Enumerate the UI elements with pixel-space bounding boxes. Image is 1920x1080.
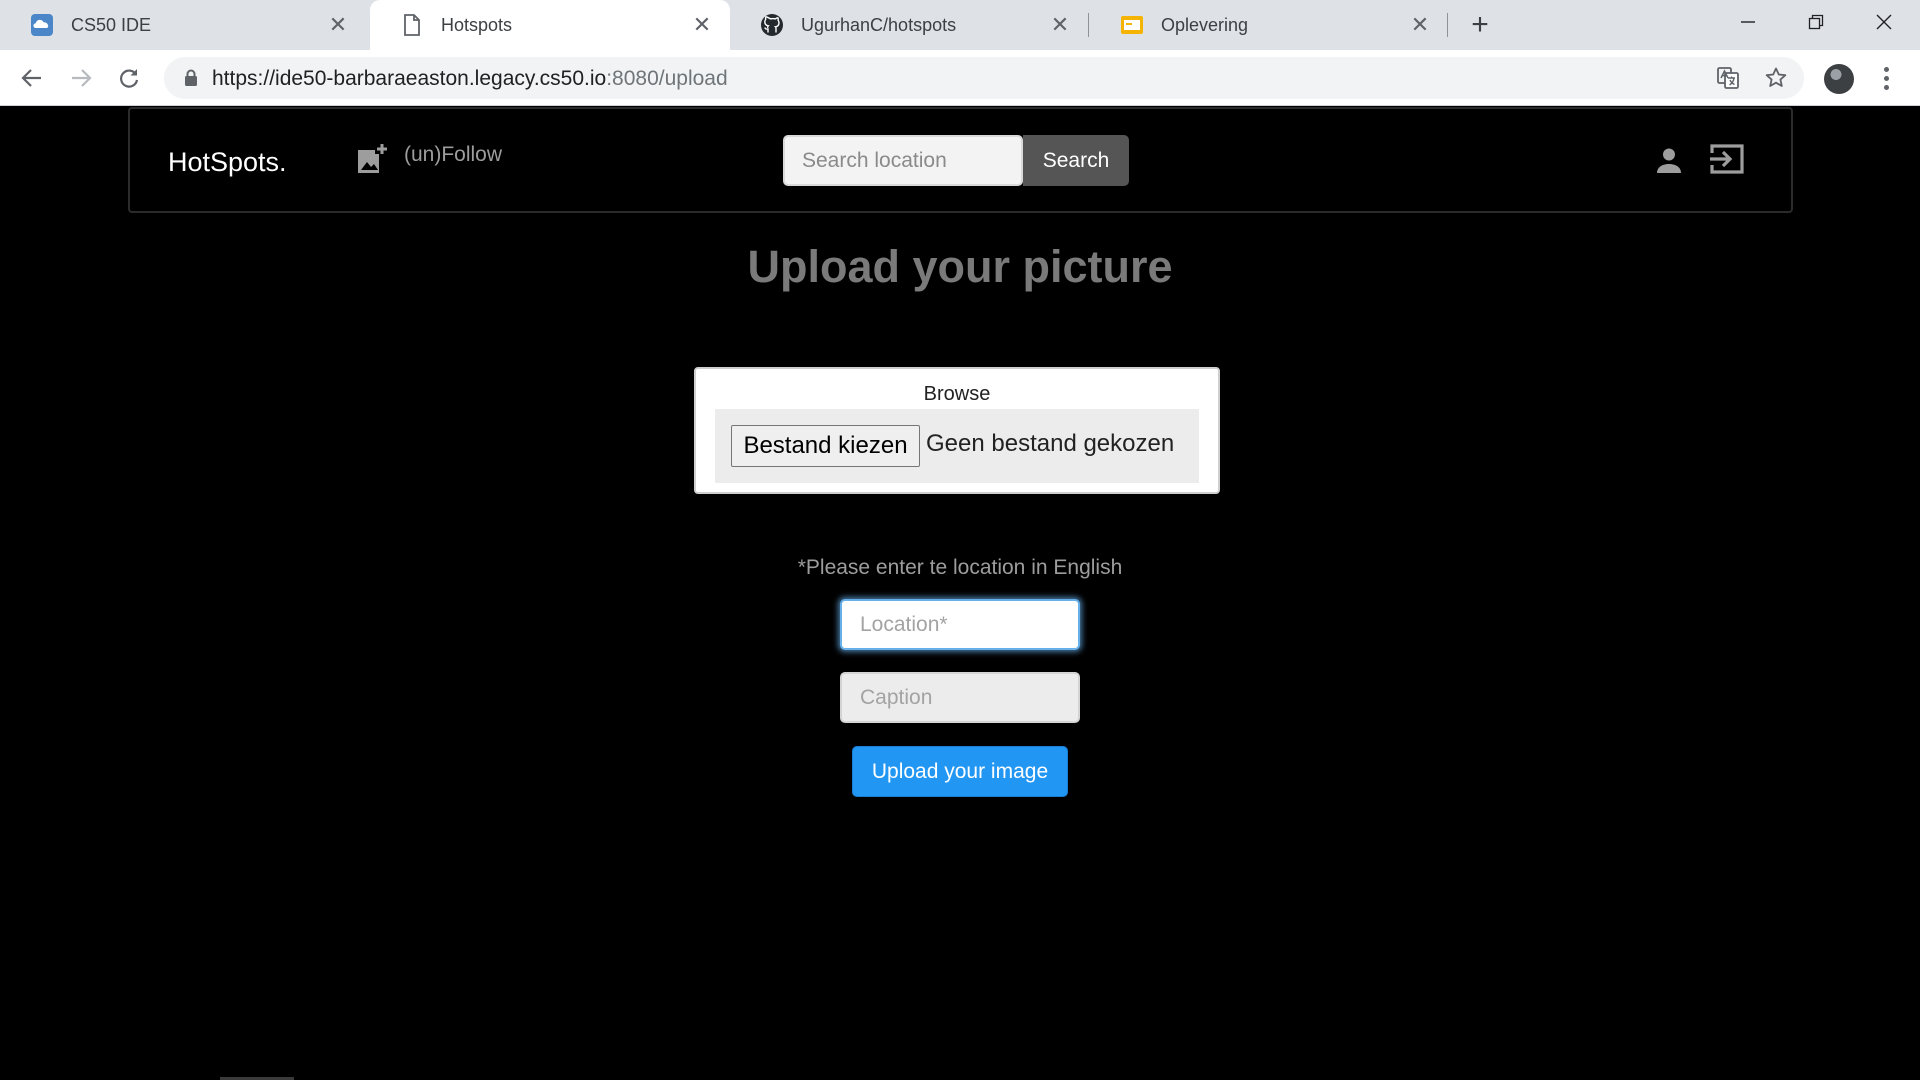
restore-icon[interactable] bbox=[1782, 0, 1850, 44]
url-text: https://ide50-barbaraeaston.legacy.cs50.… bbox=[212, 67, 728, 91]
location-hint: *Please enter te location in English bbox=[797, 556, 1123, 579]
translate-icon[interactable] bbox=[1716, 66, 1740, 90]
profile-avatar[interactable] bbox=[1824, 64, 1854, 94]
site-navbar: HotSpots. (un)Follow Search bbox=[128, 107, 1793, 213]
new-tab-icon[interactable]: + bbox=[1464, 10, 1496, 42]
back-icon[interactable] bbox=[16, 62, 48, 94]
browser-tabstrip: CS50 IDE ✕ Hotspots ✕ UgurhanC/hotspots … bbox=[0, 0, 1920, 50]
close-icon[interactable]: ✕ bbox=[1048, 13, 1072, 37]
logout-icon[interactable] bbox=[1709, 143, 1745, 180]
choose-file-button[interactable]: Bestand kiezen bbox=[731, 425, 920, 467]
browser-toolbar: https://ide50-barbaraeaston.legacy.cs50.… bbox=[0, 50, 1920, 106]
close-icon[interactable]: ✕ bbox=[690, 13, 714, 37]
bookmark-star-icon[interactable] bbox=[1764, 66, 1788, 90]
page-content: HotSpots. (un)Follow Search Upload your … bbox=[0, 106, 1920, 1080]
search-location-input[interactable] bbox=[783, 135, 1023, 186]
github-icon bbox=[760, 13, 784, 37]
page-icon bbox=[400, 13, 424, 37]
add-photo-icon[interactable] bbox=[356, 143, 388, 180]
caption-input[interactable] bbox=[840, 672, 1080, 723]
file-input: Bestand kiezen Geen bestand gekozen bbox=[715, 409, 1199, 483]
forward-icon[interactable] bbox=[65, 62, 97, 94]
page-title: Upload your picture bbox=[747, 241, 1173, 292]
browse-label: Browse bbox=[923, 383, 991, 405]
file-upload-box: Browse Bestand kiezen Geen bestand gekoz… bbox=[694, 367, 1220, 494]
file-status-text: Geen bestand gekozen bbox=[926, 430, 1175, 457]
search-button[interactable]: Search bbox=[1023, 135, 1129, 186]
lock-icon bbox=[184, 69, 198, 92]
minimize-icon[interactable] bbox=[1714, 0, 1782, 44]
url-path: :8080/upload bbox=[606, 67, 728, 90]
user-icon[interactable] bbox=[1656, 147, 1682, 178]
browser-menu-icon[interactable] bbox=[1880, 62, 1892, 94]
tab-separator bbox=[1088, 13, 1089, 37]
reload-icon[interactable] bbox=[113, 62, 145, 94]
window-close-icon[interactable] bbox=[1850, 0, 1918, 44]
tab-separator bbox=[1447, 13, 1448, 37]
close-icon[interactable]: ✕ bbox=[326, 13, 350, 37]
tab-title: CS50 IDE bbox=[71, 14, 152, 35]
tab-oplevering[interactable]: Oplevering ✕ bbox=[1090, 0, 1448, 50]
upload-image-button[interactable]: Upload your image bbox=[852, 746, 1068, 797]
site-brand[interactable]: HotSpots. bbox=[168, 147, 287, 178]
tab-cs50-ide[interactable]: CS50 IDE ✕ bbox=[0, 0, 366, 50]
tab-title: UgurhanC/hotspots bbox=[801, 14, 957, 35]
address-bar[interactable]: https://ide50-barbaraeaston.legacy.cs50.… bbox=[164, 57, 1804, 99]
tab-github[interactable]: UgurhanC/hotspots ✕ bbox=[730, 0, 1088, 50]
slides-icon bbox=[1120, 13, 1144, 37]
location-input[interactable] bbox=[840, 599, 1080, 650]
tab-title: Hotspots bbox=[441, 14, 513, 35]
follow-link[interactable]: (un)Follow bbox=[404, 143, 502, 167]
close-icon[interactable]: ✕ bbox=[1408, 13, 1432, 37]
cloud9-icon bbox=[30, 13, 54, 37]
tab-hotspots[interactable]: Hotspots ✕ bbox=[370, 0, 730, 50]
tab-title: Oplevering bbox=[1161, 14, 1249, 35]
url-host: https://ide50-barbaraeaston.legacy.cs50.… bbox=[212, 67, 607, 90]
